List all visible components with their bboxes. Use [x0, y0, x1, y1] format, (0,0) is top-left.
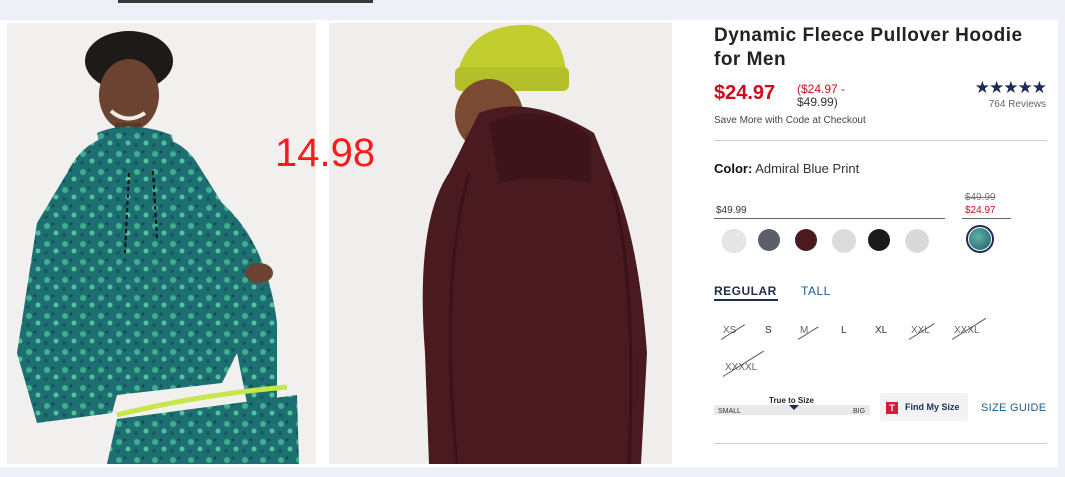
product-photo-back[interactable] — [329, 23, 672, 464]
color-swatch[interactable] — [722, 229, 746, 253]
swatch-group-divider — [714, 218, 945, 219]
size-guide-link[interactable]: SIZE GUIDE — [981, 402, 1046, 414]
fit-meter-small: SMALL — [718, 408, 741, 415]
product-info-panel: Dynamic Fleece Pullover Hoodie for Men $… — [714, 24, 1048, 126]
color-swatch[interactable] — [758, 229, 780, 251]
product-title: Dynamic Fleece Pullover Hoodie for Men — [714, 25, 1023, 70]
swatch-sale-price: $24.97 — [965, 205, 996, 216]
swatch-old-price: $49.99 — [965, 192, 996, 203]
color-value: Admiral Blue Print — [755, 161, 860, 176]
t-logo-icon: T — [886, 402, 898, 414]
size-option[interactable]: S — [765, 325, 772, 336]
fit-meter-title: True to Size — [769, 396, 814, 405]
color-swatch[interactable] — [868, 229, 890, 251]
color-selection-label: Color: Admiral Blue Print — [714, 161, 859, 176]
color-swatch[interactable] — [832, 229, 856, 253]
color-swatch[interactable] — [905, 229, 929, 253]
size-option[interactable]: XL — [875, 325, 887, 336]
rating-stars-icon[interactable]: ★★★★★ — [975, 78, 1047, 98]
divider — [714, 140, 1047, 141]
product-photo-front[interactable] — [7, 23, 316, 464]
save-more-note: Save More with Code at Checkout — [714, 115, 866, 126]
tab-regular[interactable]: REGULAR — [714, 284, 777, 298]
photo-back-illustration — [422, 24, 647, 464]
color-swatch[interactable] — [795, 229, 817, 251]
price-row: $24.97 ($24.97 - $49.99) Save More with … — [714, 78, 1048, 126]
price-range: ($24.97 - $49.99) — [797, 83, 845, 109]
top-image-edge — [118, 0, 373, 3]
tab-tall[interactable]: TALL — [801, 284, 831, 298]
reviews-link[interactable]: 764 Reviews — [989, 99, 1046, 110]
divider — [714, 443, 1047, 444]
sale-price: $24.97 — [714, 82, 776, 104]
swatch-group-price: $49.99 — [716, 205, 747, 216]
photo-front-illustration — [17, 31, 299, 464]
find-my-size-label[interactable]: Find My Size — [905, 402, 960, 412]
size-option[interactable]: L — [841, 325, 847, 336]
top-strip — [0, 0, 1065, 20]
fit-meter-big: BIG — [853, 408, 866, 415]
tab-regular-underline — [714, 299, 778, 301]
selected-swatch-ring — [966, 225, 994, 253]
swatch-group-divider — [962, 218, 1011, 219]
price-range-regular: $49.99) — [797, 95, 838, 109]
right-margin — [1058, 20, 1065, 477]
price-annotation: 14.98 — [275, 131, 376, 175]
fit-pointer-icon — [789, 405, 799, 410]
color-label: Color: — [714, 161, 753, 176]
